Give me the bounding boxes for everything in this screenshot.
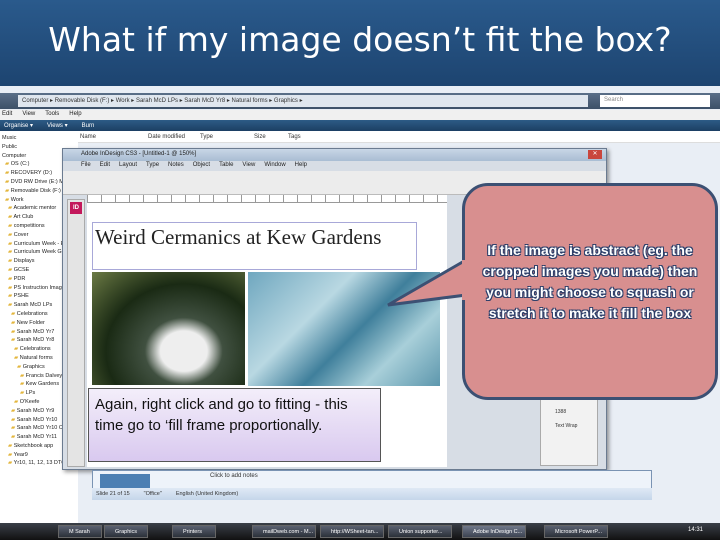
headline-frame[interactable]: Weird Cermanics at Kew Gardens — [92, 222, 417, 270]
instruction-box: Again, right click and go to fitting - t… — [88, 388, 381, 462]
taskbar-item[interactable]: Printers — [172, 525, 216, 538]
slide-thumbnail[interactable] — [100, 474, 150, 488]
indesign-menu-item[interactable]: Notes — [168, 162, 184, 168]
ceramics-photo[interactable] — [92, 272, 245, 385]
indesign-menu: File Edit Layout Type Notes Object Table View Wi… — [63, 161, 606, 171]
notes-placeholder[interactable]: Click to add notes — [210, 473, 258, 479]
col-size[interactable]: Size — [254, 134, 266, 140]
explorer-menu: Edit View Tools Help — [0, 110, 720, 120]
taskbar-item[interactable]: Microsoft PowerP... — [544, 525, 608, 538]
organise-button[interactable]: Organise ▾ — [4, 123, 33, 129]
indesign-menu-item[interactable]: Help — [295, 162, 307, 168]
menu-view[interactable]: View — [22, 111, 35, 117]
slide-title: What if my image doesn’t fit the box? — [48, 20, 672, 59]
callout-text: If the image is abstract (eg. the croppe… — [482, 242, 698, 321]
taskbar-item[interactable]: Union supporter... — [388, 525, 452, 538]
indesign-menu-item[interactable]: Layout — [119, 162, 137, 168]
indesign-logo: ID — [70, 202, 82, 214]
taskbar-item[interactable]: Graphics — [104, 525, 148, 538]
col-type[interactable]: Type — [200, 134, 213, 140]
indesign-menu-item[interactable]: Window — [264, 162, 285, 168]
callout-joint — [462, 260, 468, 300]
col-date[interactable]: Date modified — [148, 134, 185, 140]
taskbar-item[interactable]: Adobe InDesign C... — [462, 525, 526, 538]
panel-text-wrap[interactable]: Text Wrap — [541, 419, 597, 433]
breadcrumb[interactable]: Computer ▸ Removable Disk (F:) ▸ Work ▸ … — [18, 95, 588, 107]
col-name[interactable]: Name — [80, 134, 96, 140]
tools-panel: ID — [67, 199, 85, 467]
taskbar: M Sarah Graphics Printers mailDweb.com - M.… — [0, 523, 720, 540]
clock: 14:31 — [688, 527, 704, 533]
menu-tools[interactable]: Tools — [45, 111, 59, 117]
views-button[interactable]: Views ▾ — [47, 123, 68, 129]
taskbar-item[interactable]: mailDweb.com - M... — [252, 525, 316, 538]
indesign-menu-item[interactable]: Object — [193, 162, 210, 168]
taskbar-item[interactable]: M Sarah — [58, 525, 102, 538]
indesign-menu-item[interactable]: Type — [146, 162, 159, 168]
theme-name: "Office" — [143, 491, 162, 497]
menu-help[interactable]: Help — [69, 111, 81, 117]
language: English (United Kingdom) — [175, 491, 239, 497]
taskbar-item[interactable]: http://WSheet-tan... — [320, 525, 384, 538]
explorer-toolbar: Organise ▾ Views ▾ Burn — [0, 120, 720, 131]
indesign-menu-item[interactable]: View — [242, 162, 255, 168]
close-icon[interactable]: ✕ — [588, 150, 602, 159]
panel-1388[interactable]: 1388 — [541, 405, 597, 419]
search-input[interactable]: Search — [600, 95, 710, 107]
burn-button[interactable]: Burn — [82, 123, 95, 129]
indesign-menu-item[interactable]: File — [81, 162, 91, 168]
tree-item[interactable]: Music — [2, 134, 76, 143]
indesign-title: Adobe InDesign CS3 - [Untitled-1 @ 150%] — [63, 149, 606, 161]
indesign-menu-item[interactable]: Edit — [100, 162, 110, 168]
slide-count: Slide 21 of 15 — [96, 491, 130, 497]
col-tags[interactable]: Tags — [288, 134, 301, 140]
menu-edit[interactable]: Edit — [2, 111, 12, 117]
indesign-menu-item[interactable]: Table — [219, 162, 233, 168]
column-headers: Name Date modified Type Size Tags — [78, 131, 720, 143]
status-bar: Slide 21 of 15 "Office" English (United Ki… — [92, 488, 652, 500]
